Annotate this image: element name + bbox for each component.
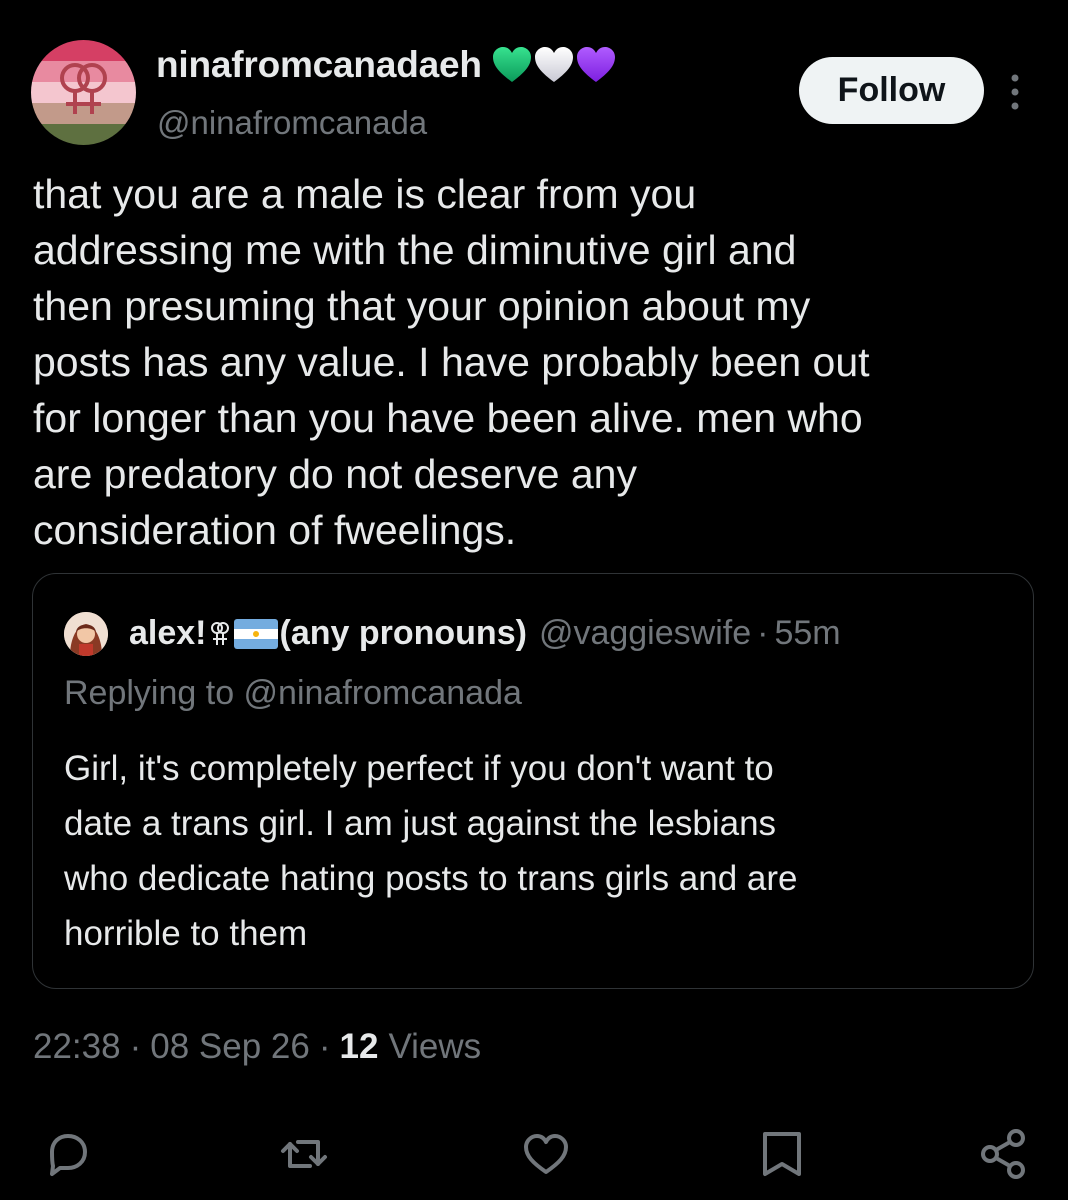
share-icon[interactable] bbox=[976, 1126, 1032, 1182]
author-handle[interactable]: @ninafromcanada bbox=[157, 104, 427, 142]
bookmark-icon[interactable] bbox=[754, 1126, 810, 1182]
quoted-timestamp[interactable]: 55m bbox=[774, 614, 840, 653]
quoted-post[interactable]: alex! (any pronouns) @vaggieswife · 55m … bbox=[32, 573, 1034, 989]
views-count: 12 bbox=[339, 1027, 379, 1066]
quoted-author-name[interactable]: alex! bbox=[129, 614, 207, 653]
quoted-author-handle[interactable]: @vaggieswife bbox=[539, 614, 751, 653]
white-heart-icon bbox=[534, 47, 573, 82]
like-icon[interactable] bbox=[518, 1126, 574, 1182]
follow-button[interactable]: Follow bbox=[799, 57, 984, 124]
post-time[interactable]: 22:38 bbox=[33, 1027, 121, 1067]
post: ninafromcanadaeh @ninafromcanada Follow … bbox=[0, 0, 1068, 1200]
double-venus-icon bbox=[60, 63, 107, 114]
author-avatar[interactable] bbox=[31, 40, 136, 145]
author-display-name[interactable]: ninafromcanadaeh bbox=[156, 44, 482, 86]
meta-separator: · bbox=[129, 1027, 142, 1066]
green-heart-icon bbox=[492, 47, 531, 82]
more-vertical-icon[interactable] bbox=[1000, 70, 1030, 114]
quoted-text: Girl, it's completely perfect if you don… bbox=[64, 749, 798, 953]
repost-icon[interactable] bbox=[276, 1126, 332, 1182]
purple-heart-icon bbox=[576, 47, 615, 82]
replying-to: Replying to @ninafromcanada bbox=[64, 674, 522, 712]
emoji-hearts bbox=[492, 46, 616, 84]
reply-icon[interactable] bbox=[40, 1126, 96, 1182]
meta-separator: · bbox=[318, 1027, 331, 1066]
post-meta: 22:38 · 08 Sep 26 · 12 Views bbox=[33, 1027, 481, 1067]
views-label: Views bbox=[388, 1027, 482, 1066]
double-venus-icon bbox=[210, 621, 229, 645]
quoted-author-pronouns: (any pronouns) bbox=[279, 614, 527, 652]
argentina-flag-icon bbox=[233, 618, 278, 649]
post-date[interactable]: 08 Sep 26 bbox=[150, 1027, 310, 1067]
quoted-author-avatar[interactable] bbox=[64, 612, 108, 656]
post-text: that you are a male is clear from you ad… bbox=[33, 171, 870, 553]
author-name-row: ninafromcanadaeh bbox=[156, 44, 616, 86]
quoted-separator: · bbox=[757, 614, 769, 652]
quoted-header: alex! (any pronouns) @vaggieswife · 55m bbox=[129, 614, 841, 653]
